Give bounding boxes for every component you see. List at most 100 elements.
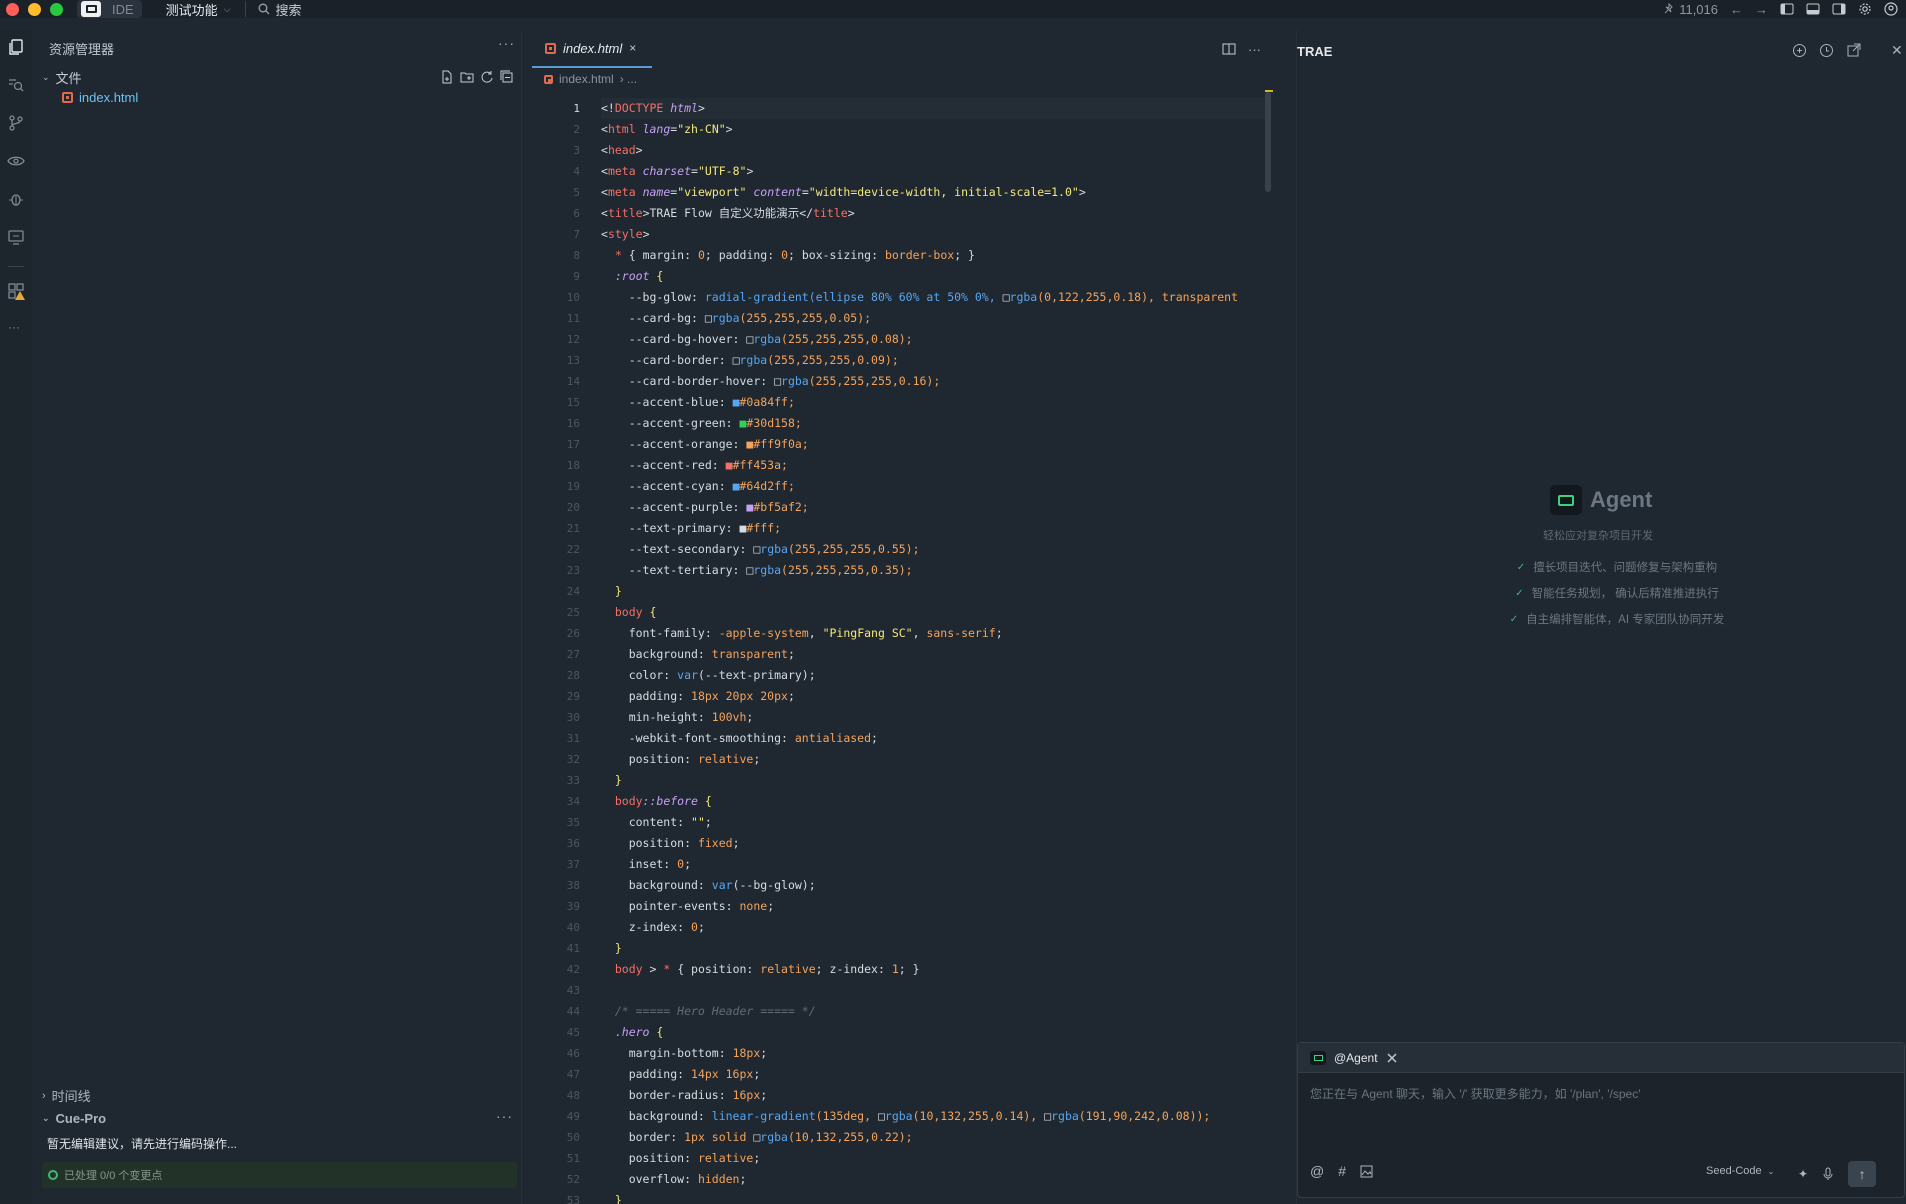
code-line[interactable]: body > * { position: relative; z-index: … (601, 959, 1265, 980)
cuepro-section[interactable]: ⌄ Cue-Pro (42, 1111, 106, 1126)
chat-input-box[interactable]: @Agent 您正在与 Agent 聊天，输入 '/' 获取更多能力，如 '/p… (1297, 1042, 1905, 1198)
timeline-section[interactable]: › 时间线 (42, 1086, 91, 1105)
close-tab-icon[interactable]: × (629, 41, 636, 55)
code-line[interactable]: } (601, 1190, 1265, 1204)
toggle-left-panel-icon[interactable] (1780, 2, 1794, 16)
code-line[interactable]: overflow: hidden; (601, 1169, 1265, 1190)
chat-input-field[interactable]: 您正在与 Agent 聊天，输入 '/' 获取更多能力，如 '/plan', '… (1310, 1085, 1640, 1102)
code-line[interactable]: --accent-purple: ■#bf5af2; (601, 497, 1265, 518)
code-line[interactable]: margin-bottom: 18px; (601, 1043, 1265, 1064)
search-box[interactable]: 搜索 (258, 0, 302, 19)
code-line[interactable]: pointer-events: none; (601, 896, 1265, 917)
code-line[interactable]: border-radius: 16px; (601, 1085, 1265, 1106)
preview-eye-icon[interactable] (7, 152, 25, 170)
code-line[interactable]: color: var(--text-primary); (601, 665, 1265, 686)
minimize-window-button[interactable] (28, 2, 41, 16)
more-views-icon[interactable]: ··· (8, 320, 20, 334)
code-line[interactable]: --card-border: □rgba(255,255,255,0.09); (601, 350, 1265, 371)
code-line[interactable]: font-family: -apple-system, "PingFang SC… (601, 623, 1265, 644)
star-count[interactable]: 11,016 (1663, 2, 1718, 17)
refresh-icon[interactable] (480, 70, 494, 84)
toggle-right-panel-icon[interactable] (1832, 2, 1846, 16)
mode-switcher[interactable]: IDE (77, 0, 142, 18)
new-chat-icon[interactable] (1792, 43, 1807, 58)
code-line[interactable]: --card-bg-hover: □rgba(255,255,255,0.08)… (601, 329, 1265, 350)
close-window-button[interactable] (6, 2, 19, 16)
image-upload-icon[interactable] (1360, 1165, 1373, 1178)
code-line[interactable]: --text-tertiary: □rgba(255,255,255,0.35)… (601, 560, 1265, 581)
code-line[interactable]: } (601, 770, 1265, 791)
new-folder-icon[interactable] (460, 70, 474, 84)
code-line[interactable]: } (601, 581, 1265, 602)
breadcrumb-more[interactable]: › ... (620, 72, 637, 86)
source-control-icon[interactable] (7, 114, 25, 132)
code-line[interactable]: --card-border-hover: □rgba(255,255,255,0… (601, 371, 1265, 392)
back-arrow-icon[interactable]: ← (1730, 2, 1743, 17)
file-item-index-html[interactable]: index.html (62, 90, 138, 105)
settings-gear-icon[interactable] (1858, 2, 1872, 16)
folder-root[interactable]: ⌄ 文件 (42, 68, 82, 87)
scrollbar-thumb[interactable] (1265, 92, 1271, 192)
extensions-warning-icon[interactable] (7, 282, 25, 300)
code-line[interactable]: -webkit-font-smoothing: antialiased; (601, 728, 1265, 749)
code-line[interactable]: background: transparent; (601, 644, 1265, 665)
close-panel-icon[interactable]: ✕ (1891, 42, 1903, 59)
code-line[interactable]: position: relative; (601, 1148, 1265, 1169)
maximize-window-button[interactable] (50, 2, 63, 16)
code-line[interactable]: --accent-cyan: ■#64d2ff; (601, 476, 1265, 497)
model-selector[interactable]: Seed-Code ⌄ (1706, 1165, 1774, 1177)
code-line[interactable]: --accent-blue: ■#0a84ff; (601, 392, 1265, 413)
code-line[interactable]: <style> (601, 224, 1265, 245)
code-line[interactable]: :root { (601, 266, 1265, 287)
code-line[interactable]: min-height: 100vh; (601, 707, 1265, 728)
open-external-icon[interactable] (1846, 43, 1861, 58)
hashtag-icon[interactable]: # (1338, 1163, 1346, 1179)
sparkle-icon[interactable]: ✦ (1798, 1167, 1808, 1181)
code-line[interactable]: } (601, 938, 1265, 959)
split-editor-icon[interactable] (1222, 42, 1236, 56)
toggle-bottom-panel-icon[interactable] (1806, 2, 1820, 16)
code-line[interactable]: <title>TRAE Flow 自定义功能演示</title> (601, 203, 1265, 224)
code-line[interactable]: content: ""; (601, 812, 1265, 833)
code-line[interactable]: --accent-green: ■#30d158; (601, 413, 1265, 434)
code-line[interactable]: position: fixed; (601, 833, 1265, 854)
feature-menu[interactable]: 测试功能 ⌵ (166, 0, 231, 19)
code-line[interactable]: inset: 0; (601, 854, 1265, 875)
code-line[interactable]: border: 1px solid □rgba(10,132,255,0.22)… (601, 1127, 1265, 1148)
code-line[interactable]: <meta charset="UTF-8"> (601, 161, 1265, 182)
account-icon[interactable] (1884, 2, 1898, 16)
remote-monitor-icon[interactable] (7, 228, 25, 246)
more-actions-icon[interactable]: ··· (498, 35, 515, 51)
search-code-icon[interactable] (7, 76, 25, 94)
debug-bug-icon[interactable] (7, 190, 25, 208)
agent-mention[interactable]: @Agent (1334, 1051, 1378, 1065)
explorer-files-icon[interactable] (7, 38, 25, 56)
code-line[interactable]: --text-secondary: □rgba(255,255,255,0.55… (601, 539, 1265, 560)
collapse-all-icon[interactable] (500, 70, 514, 84)
code-line[interactable]: --text-primary: ■#fff; (601, 518, 1265, 539)
send-button[interactable]: ↑ (1848, 1161, 1877, 1187)
more-actions-icon[interactable]: ··· (1248, 42, 1261, 57)
breadcrumb-file[interactable]: index.html (559, 72, 614, 86)
history-icon[interactable] (1819, 43, 1834, 58)
code-line[interactable]: background: var(--bg-glow); (601, 875, 1265, 896)
code-line[interactable]: * { margin: 0; padding: 0; box-sizing: b… (601, 245, 1265, 266)
code-line[interactable]: z-index: 0; (601, 917, 1265, 938)
new-file-icon[interactable] (440, 70, 454, 84)
code-area[interactable]: <!DOCTYPE html> <html lang="zh-CN"> <head>… (601, 98, 1265, 1204)
code-line[interactable]: padding: 14px 16px; (601, 1064, 1265, 1085)
code-line[interactable]: --bg-glow: radial-gradient(ellipse 80% 6… (601, 287, 1265, 308)
code-line[interactable]: --accent-orange: ■#ff9f0a; (601, 434, 1265, 455)
code-line[interactable]: body { (601, 602, 1265, 623)
code-line[interactable]: <html lang="zh-CN"> (601, 119, 1265, 140)
code-line[interactable] (601, 980, 1265, 1001)
mention-at-icon[interactable]: @ (1310, 1163, 1324, 1179)
tab-index-html[interactable]: index.html × (532, 30, 652, 68)
forward-arrow-icon[interactable]: → (1755, 2, 1768, 17)
code-line[interactable]: <head> (601, 140, 1265, 161)
code-line[interactable]: position: relative; (601, 749, 1265, 770)
code-line[interactable]: padding: 18px 20px 20px; (601, 686, 1265, 707)
code-line[interactable]: --accent-red: ■#ff453a; (601, 455, 1265, 476)
code-line[interactable]: body::before { (601, 791, 1265, 812)
code-line[interactable]: --card-bg: □rgba(255,255,255,0.05); (601, 308, 1265, 329)
